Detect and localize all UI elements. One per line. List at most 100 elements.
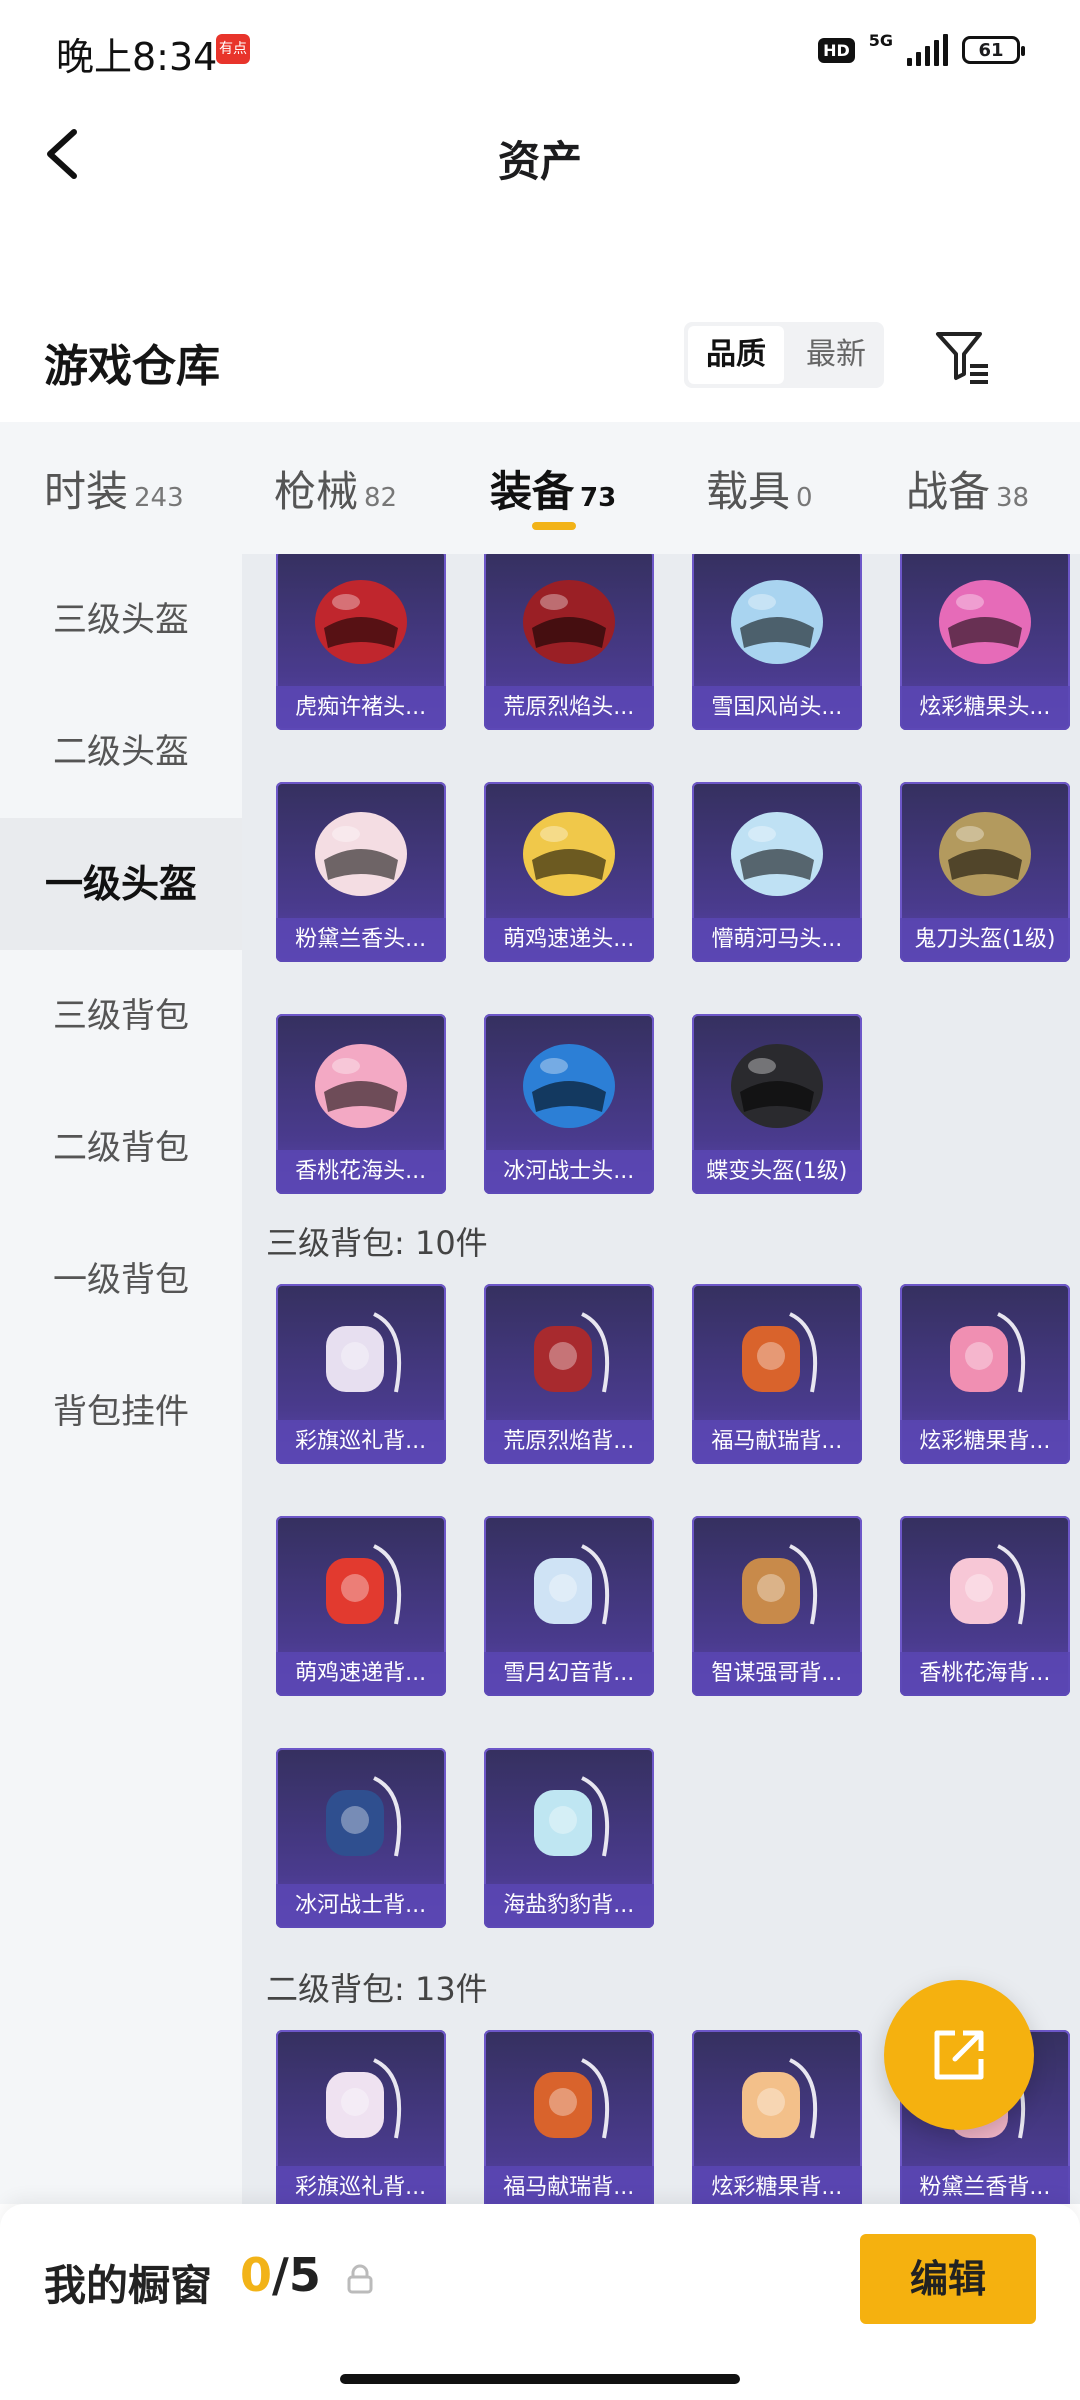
showcase-max: 5 (288, 2248, 321, 2302)
signal-icon (907, 34, 948, 66)
tab-supplies[interactable]: 战备 38 (906, 458, 1029, 538)
share-button[interactable] (884, 1980, 1034, 2130)
network-type: 5G (868, 30, 893, 50)
sidebar-item-backpack-charm[interactable]: 背包挂件 (0, 1346, 242, 1478)
item-name: 雪月幻音背... (483, 1652, 654, 1696)
backpack-image (325, 1544, 401, 1625)
sort-option-newest[interactable]: 最新 (788, 322, 884, 388)
helmet-item-card[interactable]: 鬼刀头盔(1级) (899, 782, 1070, 962)
warehouse-header: 游戏仓库 品质 最新 (0, 310, 1080, 420)
backpack-image (325, 1312, 401, 1393)
sidebar-item-backpack-lv2[interactable]: 二级背包 (0, 1082, 242, 1214)
edit-button[interactable]: 编辑 (860, 2234, 1036, 2324)
item-name: 彩旗巡礼背... (275, 2166, 446, 2204)
item-name: 荒原烈焰背... (483, 1420, 654, 1464)
item-name: 雪国风尚头... (691, 686, 862, 730)
sidebar-item-backpack-lv3[interactable]: 三级背包 (0, 950, 242, 1082)
tab-label: 装备 (490, 467, 575, 516)
item-name: 萌鸡速递头... (483, 918, 654, 962)
backpack-image (533, 1776, 609, 1857)
sidebar-item-backpack-lv1[interactable]: 一级背包 (0, 1214, 242, 1346)
status-bar: 晚上8:34 有点 HD 5G 61 (0, 0, 1080, 100)
helmet-item-card[interactable]: 香桃花海头... (275, 1014, 446, 1194)
helmet-item-card[interactable]: 萌鸡速递头... (483, 782, 654, 962)
helmet-item-card[interactable]: 懵萌河马头... (691, 782, 862, 962)
tab-label: 载具 (706, 467, 791, 516)
backpack-item-card[interactable]: 福马献瑞背... (483, 2030, 654, 2204)
sort-toggle: 品质 最新 (684, 322, 884, 388)
backpack-item-card[interactable]: 荒原烈焰背... (483, 1284, 654, 1464)
item-name: 香桃花海背... (899, 1652, 1070, 1696)
showcase-current: 0 (240, 2248, 273, 2302)
active-tab-indicator (532, 522, 576, 530)
helmet-item-card[interactable]: 虎痴许褚头... (275, 554, 446, 730)
showcase-bar: 我的橱窗 0/5 编辑 (0, 2204, 1080, 2400)
page-header: 资产 (0, 100, 1080, 210)
helmet-image (522, 812, 615, 896)
home-indicator (340, 2374, 740, 2384)
item-name: 海盐豹豹背... (483, 1884, 654, 1928)
helmet-item-card[interactable]: 炫彩糖果头... (899, 554, 1070, 730)
helmet-image (522, 1044, 615, 1128)
helmet-item-card[interactable]: 雪国风尚头... (691, 554, 862, 730)
backpack-item-card[interactable]: 香桃花海背... (899, 1516, 1070, 1696)
backpack-item-card[interactable]: 萌鸡速递背... (275, 1516, 446, 1696)
tab-vehicles[interactable]: 载具 0 (706, 458, 813, 538)
backpack-image (741, 1312, 817, 1393)
backpack-item-card[interactable]: 福马献瑞背... (691, 1284, 862, 1464)
item-name: 粉黛兰香头... (275, 918, 446, 962)
sidebar-item-helmet-lv3[interactable]: 三级头盔 (0, 554, 242, 686)
item-name: 荒原烈焰头... (483, 686, 654, 730)
backpack-image (533, 1544, 609, 1625)
app-notification-icon: 有点 (216, 34, 250, 64)
warehouse-title: 游戏仓库 (44, 341, 220, 392)
helmet-image (314, 812, 407, 896)
filter-icon[interactable] (930, 324, 994, 388)
item-name: 粉黛兰香背... (899, 2166, 1070, 2204)
item-name: 智谋强哥背... (691, 1652, 862, 1696)
backpack-item-card[interactable]: 彩旗巡礼背... (275, 1284, 446, 1464)
helmet-item-card[interactable]: 粉黛兰香头... (275, 782, 446, 962)
backpack-image (533, 2058, 609, 2139)
backpack-image (325, 2058, 401, 2139)
item-name: 虎痴许褚头... (275, 686, 446, 730)
tab-count: 73 (580, 483, 617, 513)
status-icons: HD 5G 61 (818, 26, 1025, 74)
sidebar-item-helmet-lv1[interactable]: 一级头盔 (0, 818, 242, 950)
backpack-image (325, 1776, 401, 1857)
helmet-image (730, 812, 823, 896)
item-name: 冰河战士背... (275, 1884, 446, 1928)
backpack-item-card[interactable]: 雪月幻音背... (483, 1516, 654, 1696)
helmet-item-card[interactable]: 冰河战士头... (483, 1014, 654, 1194)
backpack-item-card[interactable]: 冰河战士背... (275, 1748, 446, 1928)
backpack-image (533, 1312, 609, 1393)
backpack-item-card[interactable]: 智谋强哥背... (691, 1516, 862, 1696)
item-name: 懵萌河马头... (691, 918, 862, 962)
helmet-item-card[interactable]: 蝶变头盔(1级) (691, 1014, 862, 1194)
item-grid-area: 三级背包: 10件 二级背包: 13件 虎痴许褚头... 荒原烈焰头... 雪国风尚… (242, 554, 1080, 2204)
share-icon (934, 2030, 984, 2080)
tab-label: 枪械 (274, 467, 359, 516)
status-time: 晚上8:34 (56, 35, 218, 79)
tab-fashion[interactable]: 时装 243 (44, 458, 184, 538)
helmet-item-card[interactable]: 荒原烈焰头... (483, 554, 654, 730)
category-tabs: 时装 243 枪械 82 装备 73 载具 0 战备 38 (0, 422, 1080, 554)
page-title: 资产 (497, 137, 582, 186)
backpack-item-card[interactable]: 海盐豹豹背... (483, 1748, 654, 1928)
item-name: 蝶变头盔(1级) (691, 1150, 862, 1194)
subcategory-sidebar: 三级头盔 二级头盔 一级头盔 三级背包 二级背包 一级背包 背包挂件 (0, 554, 242, 2204)
backpack-item-card[interactable]: 彩旗巡礼背... (275, 2030, 446, 2204)
backpack-item-card[interactable]: 炫彩糖果背... (899, 1284, 1070, 1464)
backpack-item-card[interactable]: 炫彩糖果背... (691, 2030, 862, 2204)
tab-weapons[interactable]: 枪械 82 (274, 458, 397, 538)
backpack-image (741, 1544, 817, 1625)
sort-option-quality[interactable]: 品质 (688, 326, 784, 384)
backpack-image (741, 2058, 817, 2139)
hd-icon: HD (818, 37, 855, 63)
helmet-image (522, 580, 615, 664)
section-title-backpack-lv3: 三级背包: 10件 (266, 1224, 488, 1262)
lock-icon (347, 2264, 373, 2294)
tab-count: 82 (364, 483, 398, 513)
sidebar-item-helmet-lv2[interactable]: 二级头盔 (0, 686, 242, 818)
helmet-image (938, 812, 1031, 896)
